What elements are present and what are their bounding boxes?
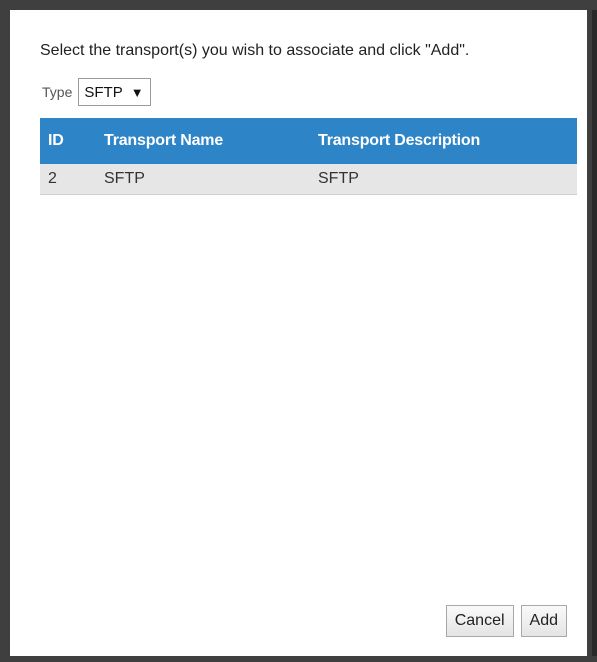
type-filter: Type SFTP ▼ xyxy=(42,78,151,106)
cell-name: SFTP xyxy=(104,169,145,187)
cancel-button[interactable]: Cancel xyxy=(445,605,514,637)
dialog-actions: Cancel Add xyxy=(445,605,567,637)
table-row[interactable]: 2 SFTP SFTP xyxy=(40,164,577,194)
cell-description: SFTP xyxy=(318,169,359,187)
table-header-row: ID Transport Name Transport Description xyxy=(40,118,577,164)
column-header-name[interactable]: Transport Name xyxy=(96,118,310,164)
type-select[interactable]: SFTP ▼ xyxy=(78,78,151,106)
add-button[interactable]: Add xyxy=(520,605,567,637)
cell-id: 2 xyxy=(48,169,57,187)
column-header-id[interactable]: ID xyxy=(40,118,96,164)
column-header-description[interactable]: Transport Description xyxy=(310,118,577,164)
transport-table: ID Transport Name Transport Description … xyxy=(40,118,577,195)
chevron-down-icon: ▼ xyxy=(130,84,144,100)
type-select-value: SFTP xyxy=(84,83,123,101)
type-label: Type xyxy=(42,84,73,100)
dialog-instruction: Select the transport(s) you wish to asso… xyxy=(40,42,470,59)
transport-dialog: Select the transport(s) you wish to asso… xyxy=(0,0,597,662)
